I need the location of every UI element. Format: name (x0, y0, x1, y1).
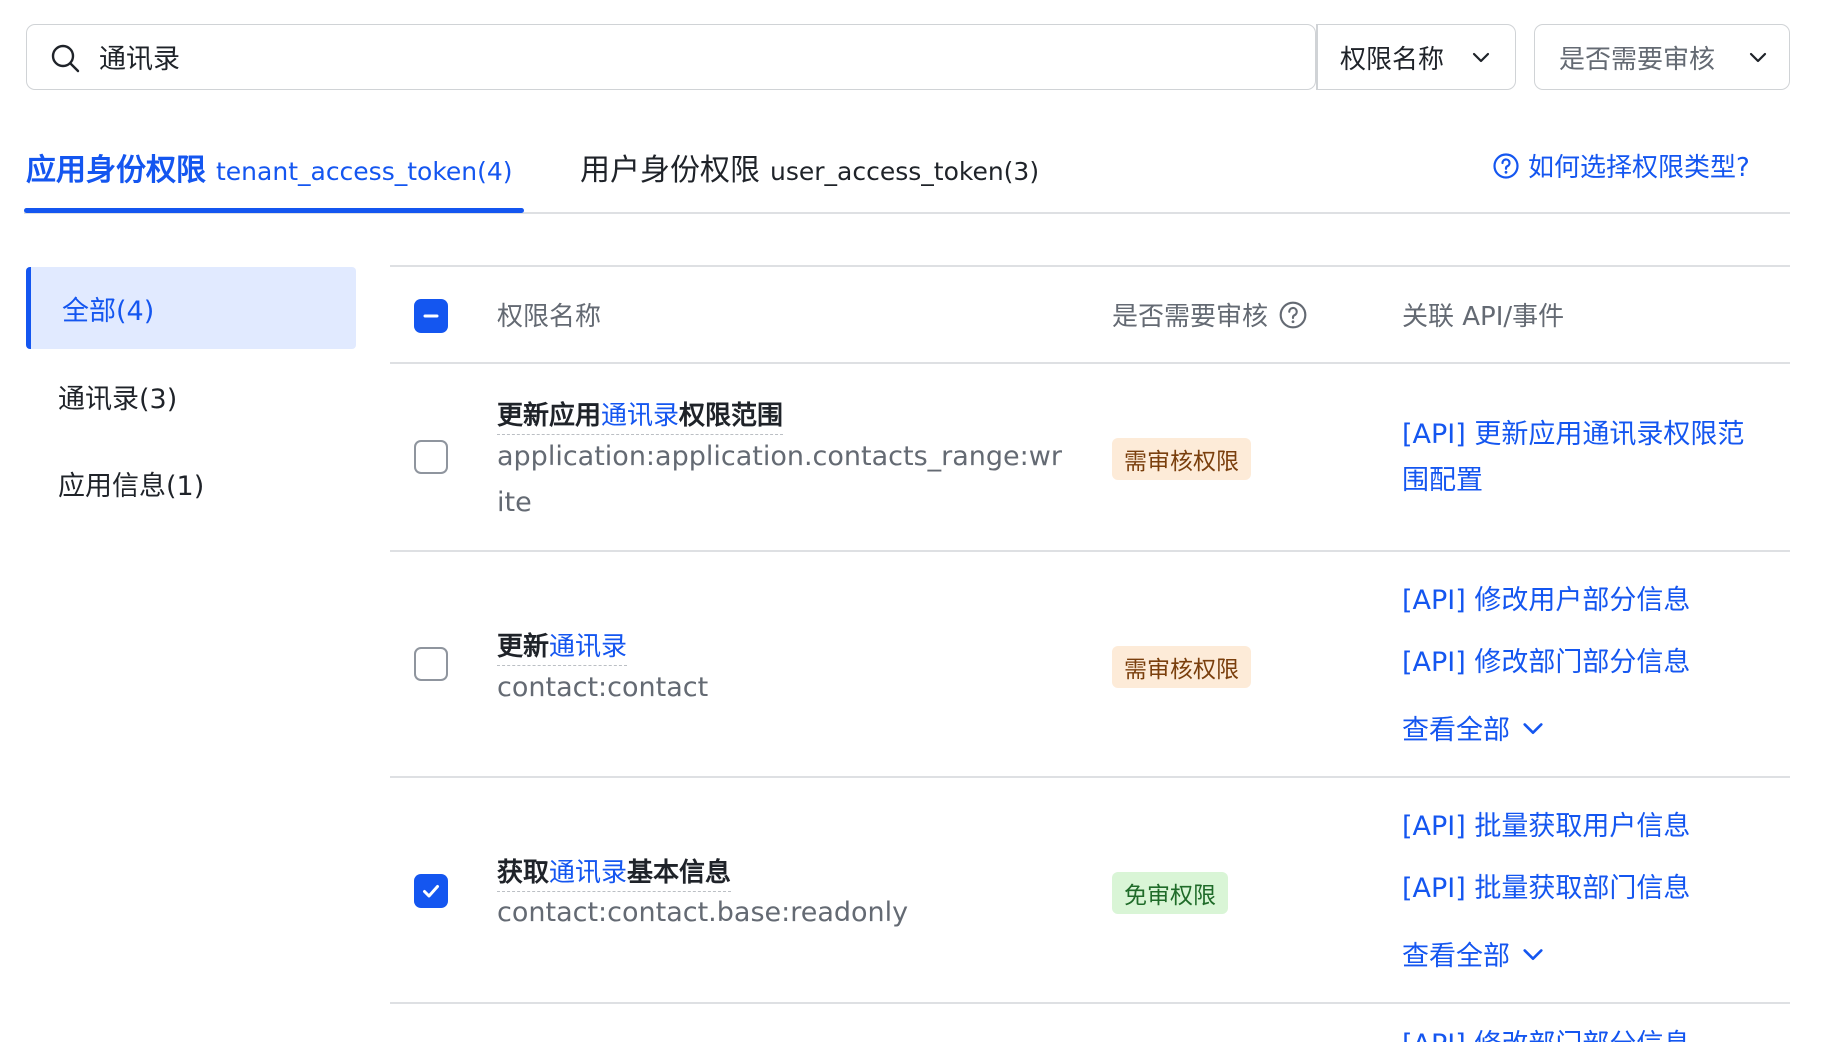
permission-title: 获取通讯录基本信息 (497, 852, 732, 892)
row-checkbox[interactable] (414, 647, 448, 681)
row-checkbox[interactable] (414, 440, 448, 474)
sidebar-item-label: 通讯录(3) (58, 383, 178, 415)
tab-user-access[interactable]: 用户身份权限 user_access_token(3) (580, 145, 1039, 189)
permission-title: 更新通讯录 (497, 626, 628, 666)
search-highlight: 通讯录 (549, 858, 628, 888)
api-link[interactable]: [API] 修改部门部分信息 (1402, 1022, 1690, 1042)
sidebar-item-contacts[interactable]: 通讯录(3) (26, 355, 356, 437)
permission-code-line: ite (497, 487, 532, 518)
row-checkbox[interactable] (414, 874, 448, 908)
permission-code: contact:contact (497, 665, 708, 711)
filter-audit-label: 是否需要审核 (1559, 44, 1716, 75)
api-link-line[interactable]: [API] 更新应用通讯录权限范 (1402, 412, 1744, 458)
search-highlight: 通讯录 (601, 401, 680, 431)
tab-tenant-access[interactable]: 应用身份权限 tenant_access_token(4) (26, 145, 513, 189)
status-badge: 需审核权限 (1112, 646, 1251, 688)
permission-title: 更新应用通讯录权限范围 (497, 395, 784, 435)
tab-token-label: tenant_access_token(4) (216, 157, 513, 186)
permission-type-help-link[interactable]: 如何选择权限类型? (1492, 147, 1750, 184)
api-link-label: [API] 修改部门部分信息 (1402, 647, 1691, 678)
question-circle-icon[interactable] (1278, 300, 1308, 330)
search-box[interactable] (26, 24, 1329, 90)
sidebar-item-all[interactable]: 全部(4) (26, 267, 356, 349)
chevron-down-icon (1749, 52, 1767, 63)
table-row-divider (390, 776, 1790, 778)
column-header-label: 权限名称 (497, 302, 602, 332)
api-link-line[interactable]: 围配置 (1402, 458, 1744, 504)
column-header-name: 权限名称 (497, 296, 601, 333)
search-input[interactable] (99, 25, 1329, 88)
question-circle-icon (1493, 152, 1519, 179)
checkmark-icon (423, 885, 439, 898)
table-row-divider (390, 550, 1790, 552)
permission-code: application:application.contacts_range:w… (497, 434, 1062, 526)
api-link[interactable]: [API] 修改用户部分信息 (1402, 578, 1690, 624)
api-link-label: [API] 批量获取部门信息 (1402, 873, 1691, 904)
api-link-label: [API] 批量获取用户信息 (1402, 811, 1691, 842)
status-badge: 需审核权限 (1112, 438, 1251, 480)
permission-code-line: contact:contact.base:readonly (497, 897, 909, 928)
chevron-down-icon (1523, 948, 1543, 960)
status-badge-label: 需审核权限 (1124, 657, 1239, 683)
permission-title-text: 权限范围 (679, 401, 784, 431)
status-badge-label: 需审核权限 (1124, 449, 1239, 475)
filter-audit-dropdown[interactable]: 是否需要审核 (1534, 24, 1790, 90)
column-header-label: 是否需要审核 (1112, 302, 1269, 332)
permission-title-text: 基本信息 (627, 858, 732, 888)
api-link-label: [API] 修改部门部分信息 (1402, 1029, 1690, 1042)
sidebar-item-label: 应用信息(1) (58, 470, 205, 502)
permission-code-line: application:application.contacts_range:w… (497, 441, 1062, 472)
view-all-link[interactable]: 查看全部 (1402, 934, 1546, 973)
status-badge-label: 免审权限 (1124, 883, 1216, 909)
api-link[interactable]: [API] 修改部门部分信息 (1402, 640, 1690, 686)
permission-title-text: 获取 (497, 858, 550, 888)
table-row-divider (390, 1002, 1790, 1004)
table-top-border (390, 265, 1790, 267)
column-header-audit: 是否需要审核 (1112, 296, 1308, 333)
permission-code: contact:contact.base:readonly (497, 890, 908, 936)
sidebar-item-app-info[interactable]: 应用信息(1) (26, 442, 356, 524)
active-tab-indicator (24, 208, 524, 213)
chevron-down-icon (1523, 722, 1543, 734)
api-link[interactable]: [API] 更新应用通讯录权限范 围配置 (1402, 412, 1744, 504)
view-all-label: 查看全部 (1402, 941, 1510, 972)
view-all-label: 查看全部 (1402, 715, 1510, 746)
column-header-api: 关联 API/事件 (1402, 296, 1564, 333)
table-row-divider (390, 362, 1790, 364)
view-all-link[interactable]: 查看全部 (1402, 708, 1546, 747)
permission-title-text: 更新应用 (497, 401, 602, 431)
tab-label: 用户身份权限 (580, 153, 760, 188)
column-header-label: 关联 API/事件 (1402, 302, 1565, 332)
api-link-label: [API] 修改用户部分信息 (1402, 585, 1691, 616)
api-link[interactable]: [API] 批量获取用户信息 (1402, 804, 1690, 850)
api-link[interactable]: [API] 批量获取部门信息 (1402, 866, 1690, 912)
chevron-down-icon (1472, 52, 1490, 63)
tab-token-label: user_access_token(3) (770, 157, 1040, 186)
search-highlight: 通讯录 (549, 632, 628, 662)
sidebar-item-label: 全部(4) (62, 295, 155, 327)
help-link-label: 如何选择权限类型? (1528, 153, 1750, 183)
status-badge: 免审权限 (1112, 872, 1228, 914)
tab-label: 应用身份权限 (26, 153, 206, 188)
permission-code-line: contact:contact (497, 672, 709, 703)
filter-permission-name-label: 权限名称 (1340, 44, 1445, 75)
select-all-checkbox[interactable] (414, 299, 448, 333)
search-icon (51, 44, 80, 73)
permission-title-text: 更新 (497, 632, 550, 662)
filter-permission-name-dropdown[interactable]: 权限名称 (1318, 24, 1516, 90)
minus-icon (423, 314, 439, 318)
